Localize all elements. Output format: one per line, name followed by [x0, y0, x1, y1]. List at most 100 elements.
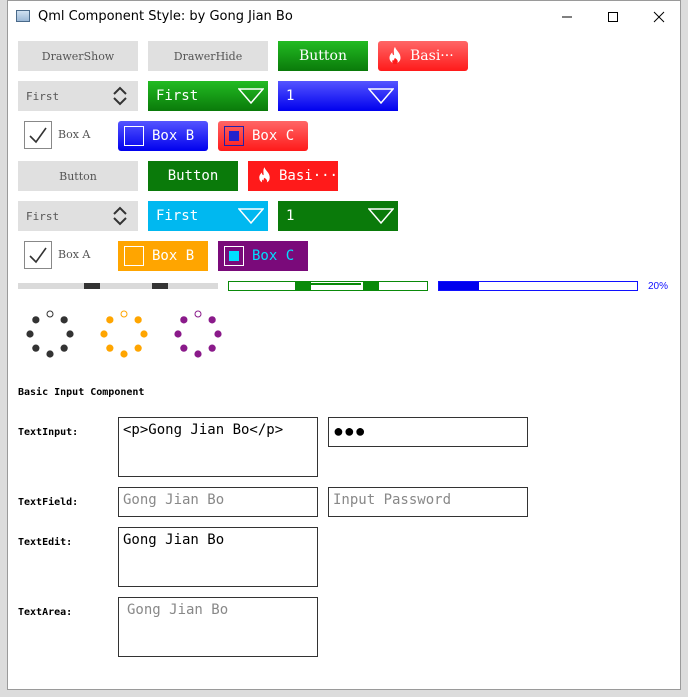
busy-dot [140, 330, 148, 338]
busy-dot [32, 344, 40, 352]
green-flat-button[interactable]: Button [148, 161, 238, 191]
section-title: Basic Input Component [18, 387, 145, 398]
busy-dot [180, 316, 188, 324]
busy-dot [66, 330, 74, 338]
busy-dot [106, 344, 114, 352]
check-icon [29, 127, 47, 144]
busy-dot [26, 330, 34, 338]
green-button[interactable]: Button [278, 41, 368, 71]
combo-blue[interactable]: 1 [278, 81, 398, 111]
combo-gray-2[interactable]: First [18, 201, 138, 231]
textinput-field[interactable]: <p>Gong Jian Bo</p> [118, 417, 318, 477]
combo-value: First [26, 209, 60, 223]
combo-value: First [156, 88, 199, 104]
checkbox-c-2-fill [229, 251, 239, 261]
maximize-icon [608, 12, 618, 22]
drawer-show-button[interactable]: DrawerShow [18, 41, 138, 71]
password-input[interactable]: ●●● [328, 417, 528, 447]
busy-dot [134, 316, 142, 324]
busy-dot [60, 316, 68, 324]
busy-dot [174, 330, 182, 338]
checkbox-c[interactable]: Box C [218, 121, 308, 151]
basic-button-label: Basi··· [278, 168, 338, 184]
combo-gray[interactable]: First [18, 81, 138, 111]
gray-button[interactable]: Button [18, 161, 138, 191]
check-icon [29, 247, 47, 264]
textarea-label: TextArea: [18, 607, 73, 618]
fire-icon [389, 46, 401, 65]
checkbox-a[interactable] [24, 121, 52, 149]
password-field[interactable]: Input Password [328, 487, 528, 517]
checkbox-a-label: Box A [58, 128, 91, 141]
busy-indicator-orange [100, 310, 148, 358]
progress-bar [438, 281, 638, 291]
close-icon [653, 11, 665, 23]
busy-dot [46, 310, 54, 318]
minimize-icon [562, 16, 572, 18]
basic-button-label: Basi··· [410, 48, 454, 64]
window-title: Qml Component Style: by Gong Jian Bo [38, 9, 293, 24]
minimize-button[interactable] [544, 1, 590, 32]
busy-dot [120, 350, 128, 358]
dropdown-triangle-icon [368, 88, 394, 105]
checkbox-c-fill [229, 131, 239, 141]
checkbox-c-box [224, 126, 244, 146]
textfield-input[interactable]: Gong Jian Bo [118, 487, 318, 517]
dropdown-triangle-icon [238, 88, 264, 105]
basic-icon-button-red[interactable]: Basi··· [378, 41, 468, 71]
busy-dot [194, 310, 202, 318]
textinput-label: TextInput: [18, 427, 79, 438]
busy-dot [194, 350, 202, 358]
combo-green[interactable]: First [148, 81, 268, 111]
title-bar: Qml Component Style: by Gong Jian Bo [8, 1, 680, 32]
combo-value: 1 [286, 88, 295, 104]
combo-cyan[interactable]: First [148, 201, 268, 231]
checkbox-a-2-label: Box A [58, 248, 91, 261]
dropdown-triangle-icon [238, 208, 264, 225]
textarea-field[interactable]: Gong Jian Bo [118, 597, 318, 657]
dropdown-triangle-icon [368, 208, 394, 225]
checkbox-b-label: Box B [152, 128, 195, 144]
busy-dot [32, 316, 40, 324]
busy-dot [106, 316, 114, 324]
busy-dot [214, 330, 222, 338]
basic-icon-button-red-flat[interactable]: Basi··· [248, 161, 338, 191]
checkbox-b[interactable]: Box B [118, 121, 208, 151]
app-icon [16, 10, 30, 22]
checkbox-a-2[interactable] [24, 241, 52, 269]
checkbox-b-2[interactable]: Box B [118, 241, 208, 271]
busy-dot [134, 344, 142, 352]
close-button[interactable] [636, 1, 682, 32]
slider-handle-left[interactable] [295, 282, 311, 290]
slider-handle-left[interactable] [84, 283, 100, 289]
updown-chevron-icon [113, 206, 127, 226]
busy-indicator-purple [174, 310, 222, 358]
checkbox-b-box [124, 126, 144, 146]
busy-dot [208, 316, 216, 324]
checkbox-b-2-box [124, 246, 144, 266]
range-slider-gray[interactable] [18, 283, 218, 289]
combo-value: First [26, 89, 60, 103]
range-slider-green[interactable] [228, 281, 428, 291]
combo-value: 1 [286, 208, 295, 224]
busy-dot [208, 344, 216, 352]
progress-percent: 20% [648, 281, 669, 292]
maximize-button[interactable] [590, 1, 636, 32]
busy-dot [120, 310, 128, 318]
checkbox-c-2-label: Box C [252, 248, 295, 264]
combo-green-2[interactable]: 1 [278, 201, 398, 231]
busy-dot [180, 344, 188, 352]
textedit-field[interactable]: Gong Jian Bo [118, 527, 318, 587]
busy-dot [46, 350, 54, 358]
updown-chevron-icon [113, 86, 127, 106]
slider-handle-right[interactable] [152, 283, 168, 289]
busy-dot [60, 344, 68, 352]
checkbox-c-label: Box C [252, 128, 295, 144]
checkbox-b-2-label: Box B [152, 248, 195, 264]
textfield-label: TextField: [18, 497, 79, 508]
drawer-hide-button[interactable]: DrawerHide [148, 41, 268, 71]
slider-handle-right[interactable] [363, 282, 379, 290]
checkbox-c-2[interactable]: Box C [218, 241, 308, 271]
checkbox-c-2-box [224, 246, 244, 266]
progress-fill [439, 282, 479, 290]
